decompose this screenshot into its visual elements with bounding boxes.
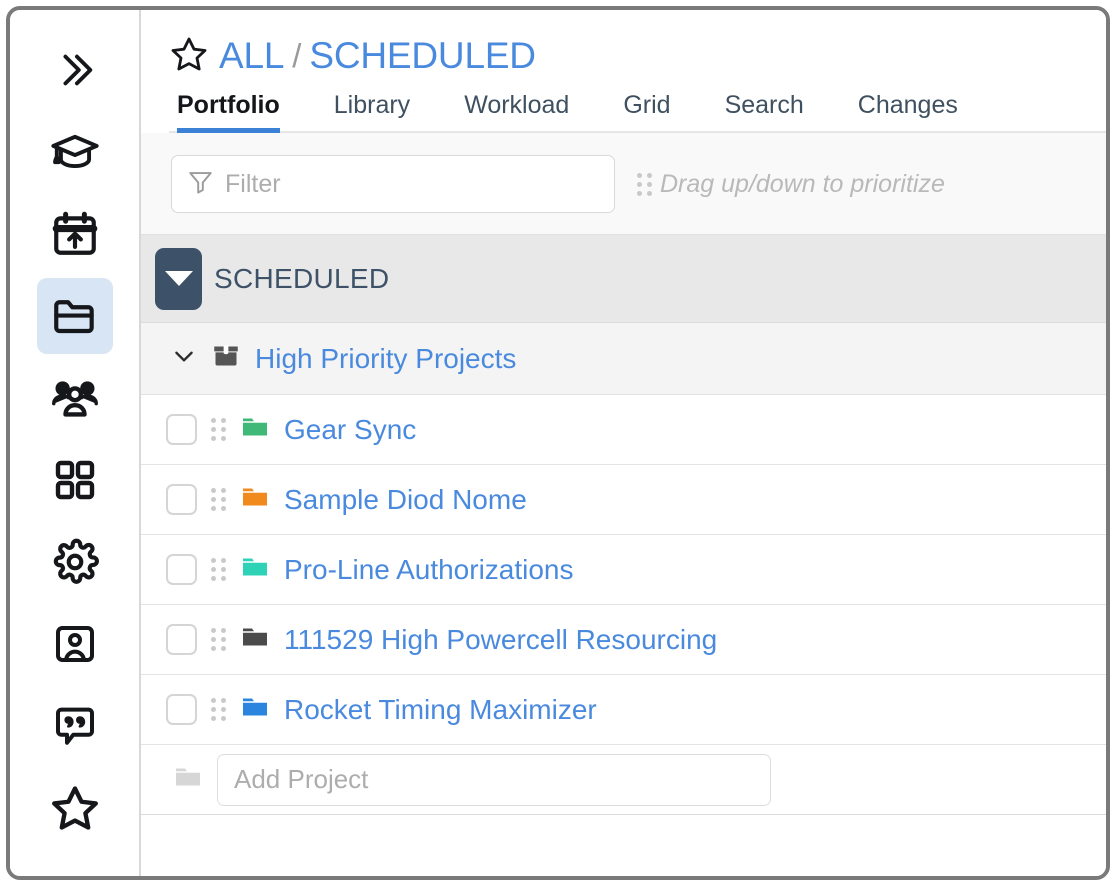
folder-icon — [173, 762, 203, 797]
quote-bubble-icon — [51, 702, 99, 750]
folder-group-row[interactable]: High Priority Projects — [141, 323, 1106, 395]
gear-icon — [50, 537, 100, 587]
row-checkbox[interactable] — [166, 484, 197, 515]
archive-box-icon — [211, 341, 241, 376]
sidebar-item-comments[interactable] — [37, 688, 113, 764]
table-row[interactable]: Sample Diod Nome — [141, 465, 1106, 535]
table-row[interactable]: Gear Sync — [141, 395, 1106, 465]
project-name[interactable]: Sample Diod Nome — [284, 484, 527, 516]
project-name[interactable]: Pro-Line Authorizations — [284, 554, 574, 586]
drag-hint-label: Drag up/down to prioritize — [660, 169, 945, 198]
tab-grid[interactable]: Grid — [596, 91, 697, 131]
sidebar-item-learning[interactable] — [37, 114, 113, 190]
row-checkbox[interactable] — [166, 414, 197, 445]
tab-workload[interactable]: Workload — [437, 91, 596, 131]
sidebar-item-settings[interactable] — [37, 524, 113, 600]
star-outline-icon — [49, 782, 101, 834]
add-project-input[interactable]: Add Project — [217, 753, 771, 806]
group-collapse-toggle[interactable] — [155, 247, 202, 310]
breadcrumb-root[interactable]: ALL — [219, 35, 284, 77]
tab-changes[interactable]: Changes — [831, 91, 985, 131]
sidebar-item-favorites[interactable] — [37, 770, 113, 846]
project-name[interactable]: Rocket Timing Maximizer — [284, 694, 597, 726]
people-group-icon — [49, 372, 101, 424]
project-name[interactable]: Gear Sync — [284, 414, 416, 446]
table-row[interactable]: Pro-Line Authorizations — [141, 535, 1106, 605]
folder-icon — [240, 552, 270, 587]
tab-portfolio[interactable]: Portfolio — [169, 91, 307, 133]
caret-down-icon — [164, 271, 193, 286]
row-checkbox[interactable] — [166, 554, 197, 585]
sidebar — [10, 10, 141, 876]
drag-hint: Drag up/down to prioritize — [637, 170, 945, 199]
tab-search[interactable]: Search — [698, 91, 831, 131]
drag-handle-icon[interactable] — [211, 558, 226, 581]
contact-card-icon — [51, 620, 99, 668]
star-outline-icon[interactable] — [169, 34, 209, 79]
table-row[interactable]: 111529 High Powercell Resourcing — [141, 605, 1106, 675]
sidebar-item-expand-sidebar[interactable] — [37, 32, 113, 108]
page-header: ALL / SCHEDULED Portfolio Library Worklo… — [141, 10, 1106, 133]
row-checkbox[interactable] — [166, 624, 197, 655]
chevron-down-icon[interactable] — [171, 343, 197, 374]
folder-icon — [240, 692, 270, 727]
drag-handle-icon[interactable] — [211, 488, 226, 511]
sidebar-item-schedule[interactable] — [37, 196, 113, 272]
sidebar-item-contacts[interactable] — [37, 606, 113, 682]
folder-icon — [50, 291, 100, 341]
main-content: ALL / SCHEDULED Portfolio Library Worklo… — [141, 10, 1106, 876]
funnel-icon — [186, 167, 215, 201]
graduation-cap-icon — [49, 126, 101, 178]
double-chevron-right-icon — [52, 47, 98, 93]
drag-handle-icon[interactable] — [211, 698, 226, 721]
breadcrumb-separator: / — [292, 37, 302, 74]
row-checkbox[interactable] — [166, 694, 197, 725]
sidebar-item-people[interactable] — [37, 360, 113, 436]
app-window: ALL / SCHEDULED Portfolio Library Worklo… — [6, 6, 1110, 880]
filter-placeholder: Filter — [225, 169, 281, 198]
breadcrumb: ALL / SCHEDULED — [169, 30, 1106, 82]
folder-icon — [240, 622, 270, 657]
project-name[interactable]: 111529 High Powercell Resourcing — [284, 624, 717, 656]
drag-handle-icon — [637, 172, 652, 196]
folder-group-title[interactable]: High Priority Projects — [255, 343, 516, 375]
folder-icon — [240, 482, 270, 517]
tab-library[interactable]: Library — [307, 91, 437, 131]
drag-handle-icon[interactable] — [211, 418, 226, 441]
sidebar-item-projects[interactable] — [36, 278, 113, 354]
group-label: SCHEDULED — [214, 262, 390, 294]
tab-bar: Portfolio Library Workload Grid Search C… — [169, 91, 1106, 133]
add-project-row: Add Project — [141, 745, 1106, 815]
grid-squares-icon — [51, 456, 99, 504]
filter-input[interactable]: Filter — [171, 155, 615, 213]
calendar-upload-icon — [50, 209, 100, 259]
add-project-placeholder: Add Project — [234, 764, 369, 794]
breadcrumb-current[interactable]: SCHEDULED — [309, 35, 536, 77]
table-row[interactable]: Rocket Timing Maximizer — [141, 675, 1106, 745]
drag-handle-icon[interactable] — [211, 628, 226, 651]
group-header-scheduled[interactable]: SCHEDULED — [141, 235, 1106, 323]
sidebar-item-apps[interactable] — [37, 442, 113, 518]
toolbar: Filter Drag up/down to prioritize — [141, 133, 1106, 235]
folder-icon — [240, 412, 270, 447]
